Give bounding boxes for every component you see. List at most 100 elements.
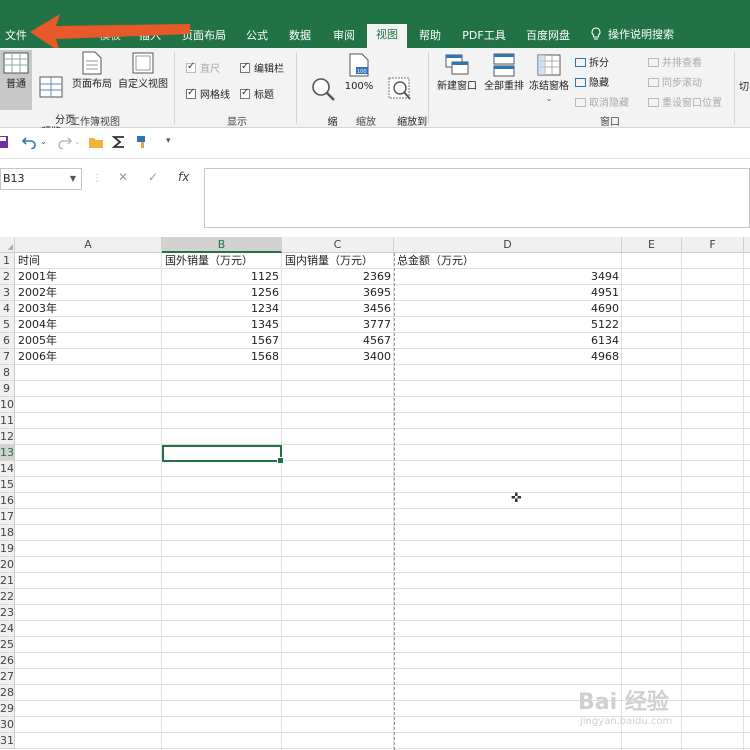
row-header-8[interactable]: 8 (0, 365, 15, 381)
reset-window-position-button[interactable]: 重设窗口位置 (648, 94, 722, 109)
formula-input[interactable] (204, 168, 750, 228)
row-header-7[interactable]: 7 (0, 349, 15, 365)
zoom-100-button[interactable]: 100 100% (342, 52, 376, 112)
format-painter-icon[interactable] (136, 135, 150, 149)
formula-bar-checkbox[interactable]: 编辑栏 (240, 60, 284, 75)
row-header-10[interactable]: 10 (0, 397, 15, 413)
header-cell-time[interactable]: 时间 (15, 253, 162, 269)
tab-help[interactable]: 帮助 (416, 26, 444, 48)
cell-domestic-sales[interactable]: 2369 (282, 269, 394, 285)
unhide-button[interactable]: 取消隐藏 (575, 94, 629, 109)
headings-checkbox[interactable]: 标题 (240, 86, 274, 101)
row-header-13[interactable]: 13 (0, 445, 15, 461)
autosum-icon[interactable] (112, 135, 126, 149)
save-icon[interactable] (0, 135, 10, 149)
row-header-20[interactable]: 20 (0, 557, 15, 573)
switch-windows-button[interactable]: 切 (738, 82, 750, 102)
header-cell-total[interactable]: 总金额（万元） (394, 253, 622, 269)
row-header-27[interactable]: 27 (0, 669, 15, 685)
page-break-preview-button[interactable]: 分页 预览 (36, 50, 75, 138)
tab-review[interactable]: 审阅 (330, 26, 358, 48)
column-header-f[interactable]: F (682, 237, 744, 253)
row-header-25[interactable]: 25 (0, 637, 15, 653)
cell-domestic-sales[interactable]: 3695 (282, 285, 394, 301)
row-header-5[interactable]: 5 (0, 317, 15, 333)
cell-time[interactable]: 2005年 (15, 333, 162, 349)
undo-icon[interactable] (22, 135, 38, 149)
column-header-e[interactable]: E (622, 237, 682, 253)
arrange-all-button[interactable]: 全部重排 (482, 52, 526, 112)
cell-time[interactable]: 2001年 (15, 269, 162, 285)
row-header-21[interactable]: 21 (0, 573, 15, 589)
name-box[interactable]: B13 ▼ (0, 168, 82, 190)
cell-domestic-sales[interactable]: 4567 (282, 333, 394, 349)
row-header-12[interactable]: 12 (0, 429, 15, 445)
cell-foreign-sales[interactable]: 1568 (162, 349, 282, 365)
row-header-29[interactable]: 29 (0, 701, 15, 717)
row-header-28[interactable]: 28 (0, 685, 15, 701)
row-header-23[interactable]: 23 (0, 605, 15, 621)
header-cell-foreign-sales[interactable]: 国外销量（万元） (162, 253, 292, 269)
column-header-a[interactable]: A (15, 237, 162, 253)
freeze-panes-button[interactable]: 冻结窗格 ⌄ (527, 52, 571, 122)
row-header-3[interactable]: 3 (0, 285, 15, 301)
active-cell-b13[interactable] (162, 445, 284, 464)
row-header-26[interactable]: 26 (0, 653, 15, 669)
undo-dropdown-icon[interactable]: ⌄ (40, 137, 47, 146)
cell-foreign-sales[interactable]: 1567 (162, 333, 282, 349)
row-header-11[interactable]: 11 (0, 413, 15, 429)
synchronous-scrolling-button[interactable]: 同步滚动 (648, 74, 702, 89)
split-button[interactable]: 拆分 (575, 54, 609, 69)
tab-formula[interactable]: 公式 (243, 26, 271, 48)
redo-dropdown-icon[interactable]: ⌄ (74, 137, 81, 146)
insert-function-button[interactable]: fx (178, 170, 189, 184)
row-header-4[interactable]: 4 (0, 301, 15, 317)
tab-file[interactable]: 文件 (0, 26, 32, 48)
zoom-button[interactable]: 缩 放 (306, 52, 340, 140)
cell-domestic-sales[interactable]: 3777 (282, 317, 394, 333)
cell-domestic-sales[interactable]: 3456 (282, 301, 394, 317)
page-layout-view-button[interactable]: 页面布局 (70, 50, 114, 110)
column-header-b[interactable]: B (162, 237, 282, 253)
select-all-corner[interactable]: ◢ (0, 237, 15, 253)
enter-check-icon[interactable]: ✓ (148, 170, 158, 184)
cell-total[interactable]: 3494 (394, 269, 622, 285)
cell-time[interactable]: 2006年 (15, 349, 162, 365)
customize-toolbar-icon[interactable]: ▾ (166, 136, 171, 146)
row-header-24[interactable]: 24 (0, 621, 15, 637)
tab-baidu-netdisk[interactable]: 百度网盘 (522, 26, 574, 48)
tab-pdf-tools[interactable]: PDF工具 (458, 26, 510, 48)
name-box-dropdown-icon[interactable]: ▼ (70, 169, 76, 189)
custom-view-button[interactable]: 自定义视图 (116, 50, 170, 110)
column-header-c[interactable]: C (282, 237, 394, 253)
cell-total[interactable]: 5122 (394, 317, 622, 333)
normal-view-button[interactable]: 普通 (0, 50, 32, 110)
cell-foreign-sales[interactable]: 1256 (162, 285, 282, 301)
row-header-2[interactable]: 2 (0, 269, 15, 285)
cell-total[interactable]: 4968 (394, 349, 622, 365)
column-header-d[interactable]: D (394, 237, 622, 253)
hide-button[interactable]: 隐藏 (575, 74, 609, 89)
row-header-14[interactable]: 14 (0, 461, 15, 477)
cell-time[interactable]: 2002年 (15, 285, 162, 301)
row-header-17[interactable]: 17 (0, 509, 15, 525)
open-folder-icon[interactable] (88, 135, 104, 149)
zoom-to-selection-button[interactable]: 缩放到 选定区域 (378, 52, 427, 140)
tab-view[interactable]: 视图 (367, 24, 407, 48)
new-window-button[interactable]: 新建窗口 (434, 52, 480, 112)
row-header-30[interactable]: 30 (0, 717, 15, 733)
row-header-18[interactable]: 18 (0, 525, 15, 541)
row-header-31[interactable]: 31 (0, 733, 15, 749)
cell-foreign-sales[interactable]: 1345 (162, 317, 282, 333)
gridlines-checkbox[interactable]: 网格线 (186, 86, 230, 101)
cell-total[interactable]: 6134 (394, 333, 622, 349)
cell-foreign-sales[interactable]: 1125 (162, 269, 282, 285)
ruler-checkbox[interactable]: 直尺 (186, 60, 220, 75)
drag-handle-icon[interactable]: ⋮ (92, 173, 102, 184)
tell-me-search[interactable]: 操作说明搜索 (590, 26, 674, 42)
row-header-15[interactable]: 15 (0, 477, 15, 493)
row-header-22[interactable]: 22 (0, 589, 15, 605)
row-header-6[interactable]: 6 (0, 333, 15, 349)
cell-time[interactable]: 2003年 (15, 301, 162, 317)
cell-domestic-sales[interactable]: 3400 (282, 349, 394, 365)
